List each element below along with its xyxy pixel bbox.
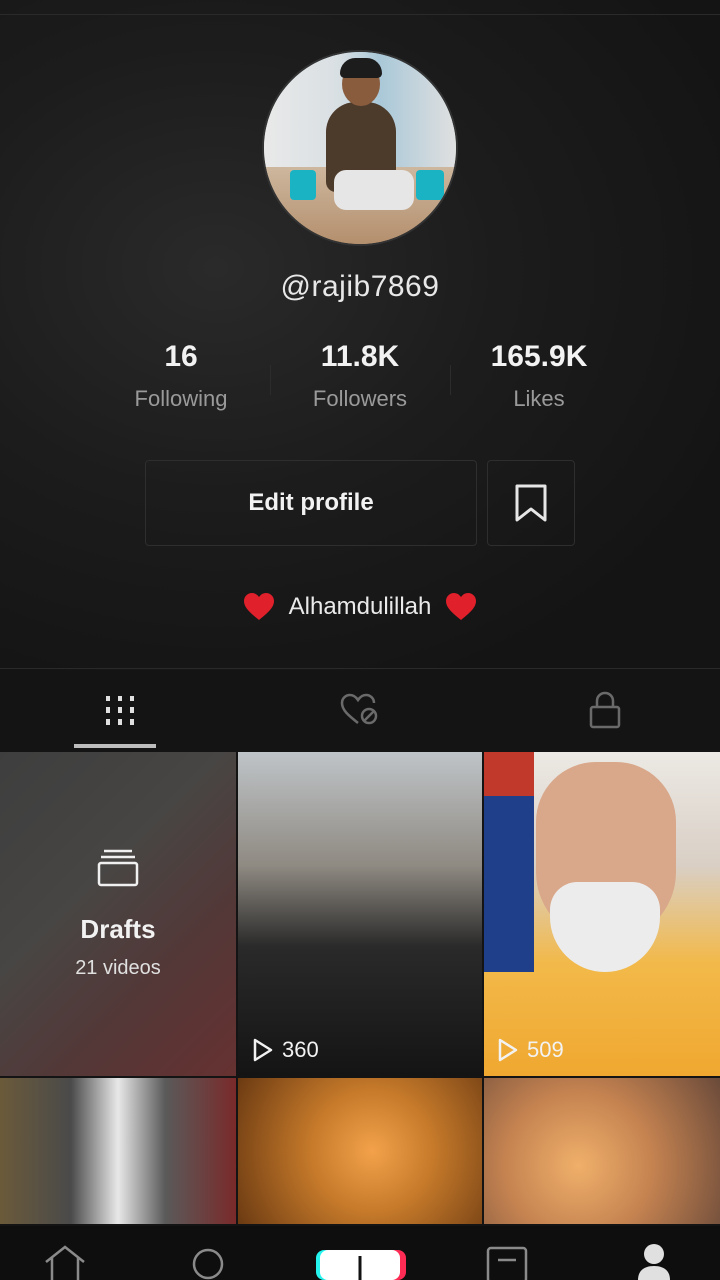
likes-count: 165.9K — [490, 340, 588, 373]
followers-label: Followers — [312, 386, 408, 411]
play-icon — [498, 1038, 518, 1062]
avatar[interactable] — [262, 50, 458, 246]
following-label: Following — [134, 386, 228, 411]
bio: Alhamdulillah — [0, 592, 720, 622]
tab-videos[interactable] — [0, 670, 240, 750]
edit-profile-button[interactable]: Edit profile — [145, 460, 477, 546]
followers-count: 11.8K — [320, 340, 400, 373]
bookmark-icon — [515, 484, 547, 522]
video-thumbnail[interactable] — [238, 1078, 482, 1224]
grid-icon — [106, 696, 134, 725]
nav-discover[interactable] — [190, 1244, 230, 1280]
video-thumbnail[interactable] — [484, 752, 720, 1076]
drafts-count: 21 videos — [75, 957, 161, 979]
nav-create[interactable] — [316, 1246, 406, 1280]
create-icon — [316, 1250, 406, 1280]
discover-icon — [192, 1248, 224, 1280]
bottom-nav — [0, 1226, 720, 1280]
red-heart-icon — [446, 593, 477, 620]
home-icon — [45, 1245, 85, 1280]
stat-followers[interactable]: 11.8K Followers — [270, 340, 450, 412]
profile-tabs — [0, 670, 720, 750]
following-count: 16 — [164, 340, 198, 373]
red-heart-icon — [243, 593, 274, 620]
favorites-button[interactable] — [487, 460, 575, 546]
drafts-title: Drafts — [80, 914, 156, 944]
video-thumbnail[interactable] — [484, 1078, 720, 1224]
drafts-icon — [97, 849, 139, 887]
nav-home[interactable] — [42, 1244, 88, 1280]
video-views: 360 — [252, 1037, 319, 1063]
liked-heart-icon — [340, 693, 378, 725]
play-icon — [253, 1038, 273, 1062]
likes-label: Likes — [513, 386, 565, 411]
video-views: 509 — [497, 1037, 564, 1063]
stat-likes[interactable]: 165.9K Likes — [449, 340, 629, 412]
video-thumbnail[interactable] — [0, 1078, 236, 1224]
nav-inbox[interactable] — [486, 1244, 528, 1280]
tabs-divider — [0, 668, 720, 669]
username: @rajib7869 — [280, 270, 440, 303]
view-count: 509 — [527, 1037, 564, 1062]
bio-text: Alhamdulillah — [288, 593, 432, 620]
tab-private[interactable] — [485, 670, 720, 750]
drafts-tile[interactable]: Drafts 21 videos — [0, 752, 236, 1076]
video-thumbnail[interactable] — [238, 752, 482, 1076]
tab-liked[interactable] — [240, 670, 480, 750]
stat-following[interactable]: 16 Following — [91, 340, 271, 412]
lock-icon — [589, 691, 621, 729]
inbox-icon — [486, 1246, 528, 1280]
active-tab-indicator — [74, 744, 156, 748]
profile-icon — [638, 1244, 670, 1280]
nav-profile[interactable] — [636, 1242, 672, 1280]
view-count: 360 — [282, 1037, 319, 1062]
status-divider — [0, 14, 720, 15]
